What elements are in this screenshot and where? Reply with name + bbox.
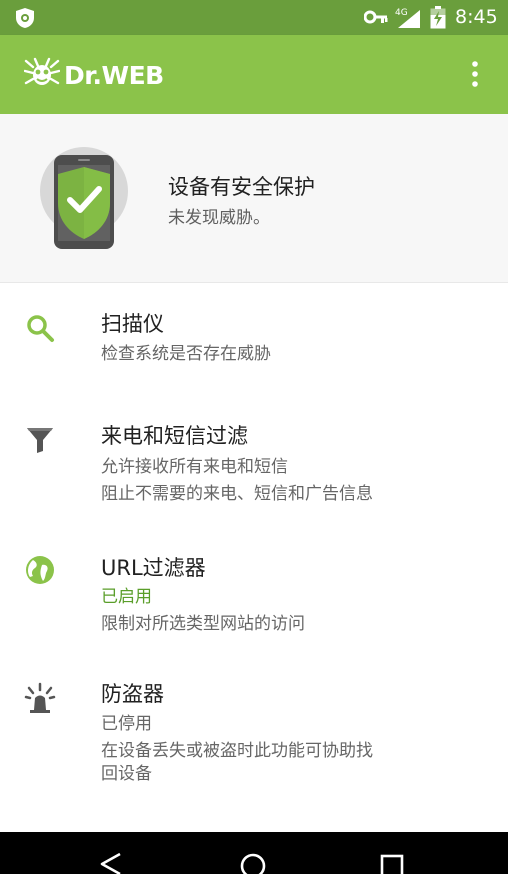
menu-item-scanner[interactable]: 扫描仪 检查系统是否存在威胁	[0, 284, 508, 396]
search-icon	[27, 315, 54, 342]
protection-status-subtitle: 未发现威胁。	[168, 208, 270, 228]
navigation-bar	[0, 832, 508, 874]
drweb-spider-logo-icon	[24, 57, 60, 85]
home-icon[interactable]	[238, 852, 268, 874]
menu-item-url-filter[interactable]: URL过滤器 已启用 限制对所选类型网站的访问	[0, 524, 508, 652]
menu-item-description: 限制对所选类型网站的访问	[101, 614, 305, 634]
globe-icon	[26, 556, 54, 584]
brand-name: Dr.WEB	[64, 61, 164, 90]
protection-status-card[interactable]: 设备有安全保护 未发现威胁。	[0, 114, 508, 283]
network-type-label: 4G	[395, 8, 408, 18]
menu-item-description: 在设备丢失或被盗时此功能可协助找	[101, 741, 373, 761]
menu-item-call-sms-filter[interactable]: 来电和短信过滤 允许接收所有来电和短信 阻止不需要的来电、短信和广告信息	[0, 396, 508, 524]
menu-item-title: 防盗器	[101, 682, 164, 706]
menu-item-status: 已启用	[101, 587, 152, 607]
status-bar: 4G 8:45	[0, 0, 508, 35]
menu-item-description: 检查系统是否存在威胁	[101, 344, 271, 364]
key-icon	[364, 10, 388, 24]
menu-item-description: 阻止不需要的来电、短信和广告信息	[101, 484, 373, 504]
menu-item-title: URL过滤器	[101, 556, 206, 580]
recents-icon[interactable]	[380, 854, 404, 874]
app-badge-icon	[16, 8, 34, 28]
menu-item-status: 已停用	[101, 714, 152, 734]
app-bar: Dr.WEB	[0, 35, 508, 114]
filter-icon	[27, 428, 53, 453]
protection-status-title: 设备有安全保护	[168, 175, 315, 199]
back-icon[interactable]	[98, 852, 124, 874]
menu-item-description: 回设备	[101, 764, 152, 784]
overflow-menu-icon[interactable]	[466, 59, 484, 89]
menu-item-anti-theft[interactable]: 防盗器 已停用 在设备丢失或被盗时此功能可协助找 回设备	[0, 652, 508, 802]
shield-check-icon	[40, 147, 128, 249]
menu-item-description: 允许接收所有来电和短信	[101, 457, 288, 477]
menu-item-title: 扫描仪	[101, 312, 164, 336]
clock: 8:45	[455, 6, 498, 28]
menu-item-title: 来电和短信过滤	[101, 424, 248, 448]
battery-icon	[430, 6, 446, 29]
signal-icon: 4G	[395, 8, 420, 28]
alarm-beacon-icon	[24, 682, 56, 713]
